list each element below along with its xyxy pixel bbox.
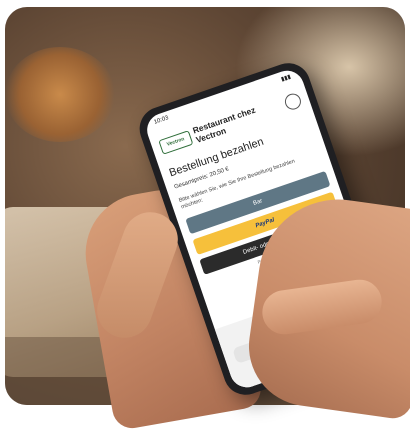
restaurant-name: Restaurant chez Vectron (191, 104, 257, 145)
battery-icon: ▮▮▮ (280, 74, 292, 84)
restaurant-logo-icon (282, 91, 304, 112)
photo-frame: 10:03 ▮▮▮ Vectron Restaurant chez Vectro… (0, 0, 410, 431)
vectron-logo: Vectron (158, 130, 194, 155)
status-time: 10:03 (153, 115, 170, 126)
croissant-blur (5, 47, 115, 142)
